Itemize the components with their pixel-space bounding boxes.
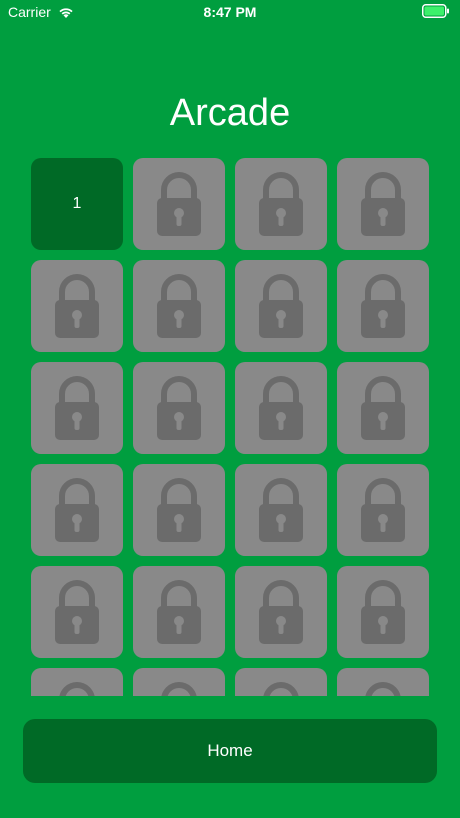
- level-tile-locked[interactable]: [337, 464, 429, 556]
- lock-icon: [161, 682, 197, 696]
- status-bar: Carrier 8:47 PM: [0, 0, 460, 24]
- level-tile-unlocked[interactable]: 1: [31, 158, 123, 250]
- level-number: 1: [72, 195, 82, 212]
- lock-icon: [263, 682, 299, 696]
- lock-icon: [361, 274, 405, 338]
- lock-icon: [157, 478, 201, 542]
- level-tile-locked[interactable]: [235, 464, 327, 556]
- level-grid: 1: [31, 158, 431, 696]
- lock-icon: [157, 580, 201, 644]
- status-right: [422, 4, 450, 21]
- lock-icon: [157, 376, 201, 440]
- lock-icon: [259, 274, 303, 338]
- home-button[interactable]: Home: [23, 719, 437, 783]
- level-tile-locked[interactable]: [133, 464, 225, 556]
- battery-icon: [422, 4, 449, 18]
- lock-icon: [361, 172, 405, 236]
- lock-icon: [361, 478, 405, 542]
- page-title: Arcade: [169, 92, 291, 134]
- lock-icon: [157, 172, 201, 236]
- lock-icon: [157, 274, 201, 338]
- lock-icon: [259, 376, 303, 440]
- lock-icon: [259, 580, 303, 644]
- level-tile-locked[interactable]: [337, 668, 429, 696]
- lock-icon: [259, 172, 303, 236]
- level-tile-locked[interactable]: [133, 362, 225, 454]
- level-tile-locked[interactable]: [133, 566, 225, 658]
- level-tile-locked[interactable]: [235, 260, 327, 352]
- level-tile-locked[interactable]: [235, 566, 327, 658]
- lock-icon: [361, 580, 405, 644]
- lock-icon: [55, 274, 99, 338]
- level-tile-locked[interactable]: [31, 566, 123, 658]
- level-tile-locked[interactable]: [337, 158, 429, 250]
- level-tile-locked[interactable]: [337, 566, 429, 658]
- lock-icon: [365, 682, 401, 696]
- lock-icon: [259, 478, 303, 542]
- level-tile-locked[interactable]: [31, 362, 123, 454]
- level-tile-locked[interactable]: [337, 260, 429, 352]
- level-tile-locked[interactable]: [235, 362, 327, 454]
- level-tile-locked[interactable]: [133, 158, 225, 250]
- level-tile-locked[interactable]: [133, 668, 225, 696]
- level-tile-locked[interactable]: [235, 668, 327, 696]
- lock-icon: [59, 682, 95, 696]
- level-tile-locked[interactable]: [235, 158, 327, 250]
- level-tile-locked[interactable]: [31, 668, 123, 696]
- lock-icon: [361, 376, 405, 440]
- level-tile-locked[interactable]: [337, 362, 429, 454]
- level-tile-locked[interactable]: [133, 260, 225, 352]
- level-tile-locked[interactable]: [31, 464, 123, 556]
- level-tile-locked[interactable]: [31, 260, 123, 352]
- level-grid-viewport[interactable]: 1: [31, 158, 431, 696]
- status-time: 8:47 PM: [203, 4, 257, 20]
- lock-icon: [55, 580, 99, 644]
- lock-icon: [55, 376, 99, 440]
- lock-icon: [55, 478, 99, 542]
